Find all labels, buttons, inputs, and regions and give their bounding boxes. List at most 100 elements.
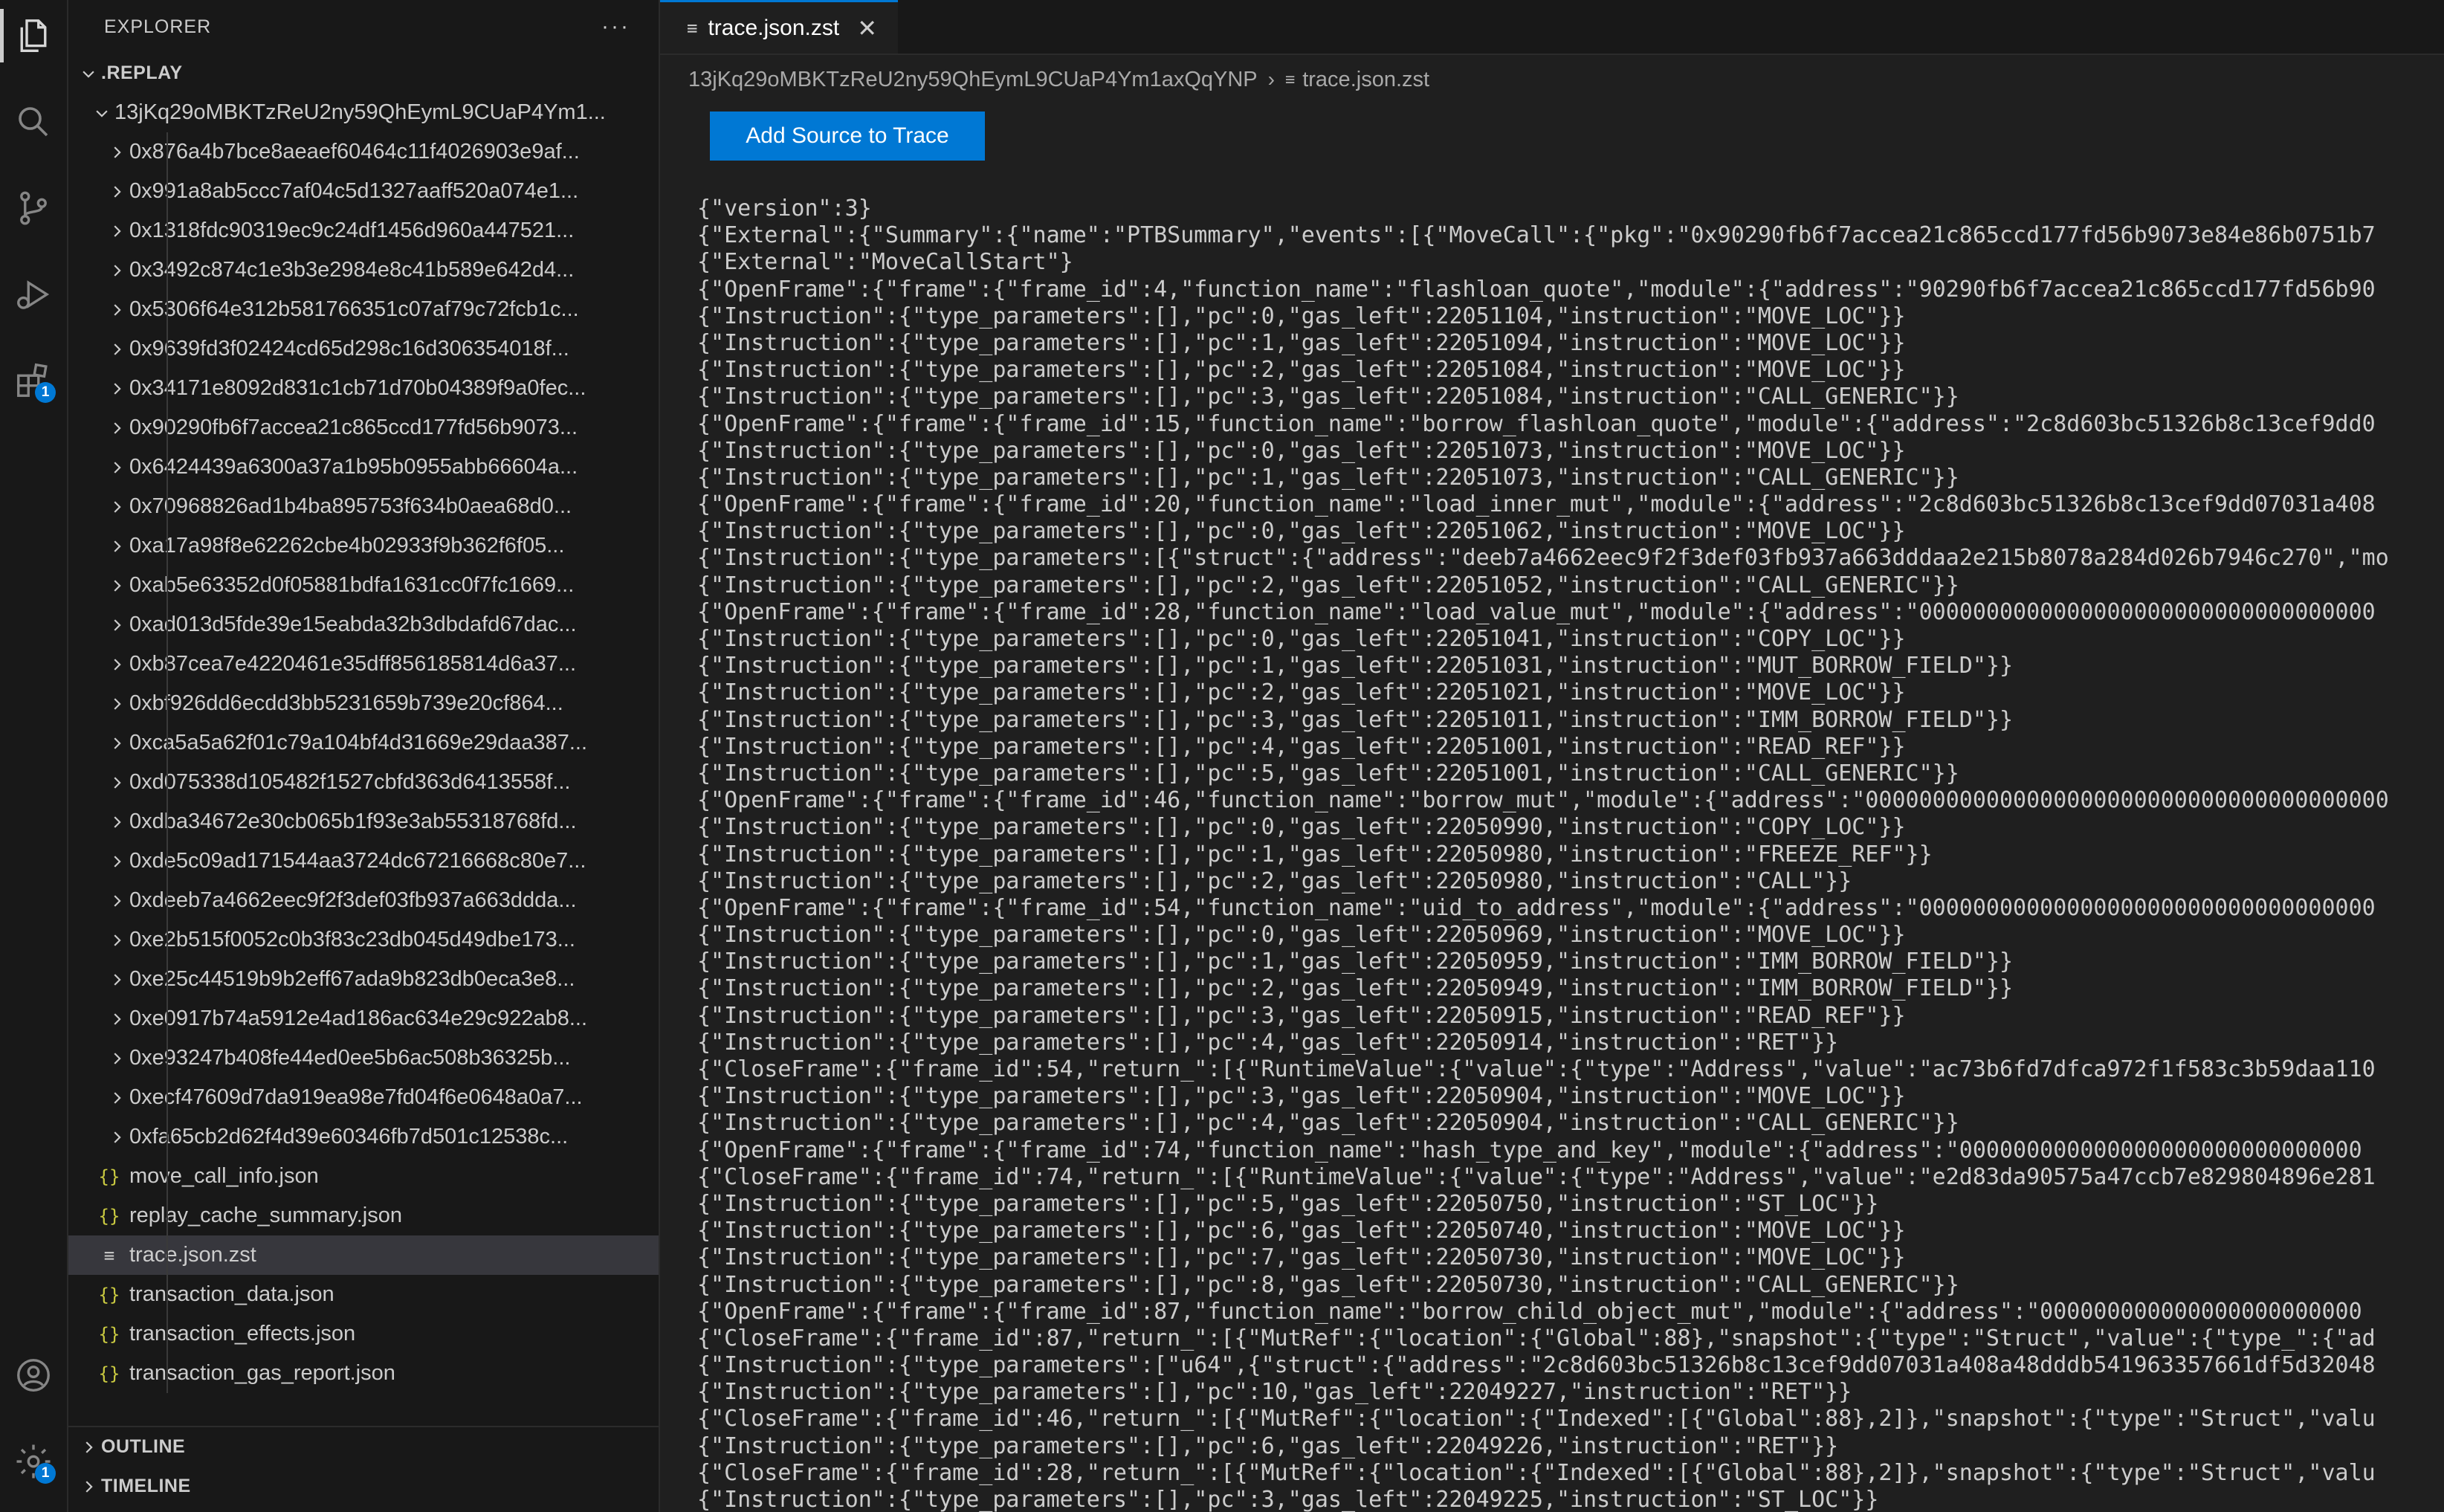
extensions-icon[interactable]: 1 <box>7 354 60 407</box>
chevron-right-icon <box>104 1038 129 1078</box>
file-item[interactable]: {} transaction_effects.json <box>68 1314 659 1354</box>
subfolder-item[interactable]: 0xbf926dd6ecdd3bb5231659b739e20cf864... <box>68 684 659 723</box>
file-item[interactable]: ≡ trace.json.zst <box>68 1235 659 1275</box>
subfolder-item[interactable]: 0xb87cea7e4220461e35dff856185814d6a37... <box>68 644 659 684</box>
subfolder-item[interactable]: 0xe25c44519b9b2eff67ada9b823db0eca3e8... <box>68 960 659 999</box>
subfolder-item[interactable]: 0xad013d5fde39e15eabda32b3dbdafd67dac... <box>68 605 659 644</box>
code-line: {"Instruction":{"type_parameters":[],"pc… <box>697 733 1906 760</box>
run-debug-icon[interactable] <box>7 268 60 321</box>
timeline-section[interactable]: TIMELINE <box>68 1467 659 1506</box>
tab-label: trace.json.zst <box>708 15 840 40</box>
subfolder-item[interactable]: 0x5306f64e312b581766351c07af79c72fcb1c..… <box>68 290 659 329</box>
chevron-right-icon <box>104 172 129 211</box>
chevron-right-icon <box>104 251 129 290</box>
chevron-right-icon <box>104 605 129 644</box>
chevron-right-icon <box>76 1427 101 1467</box>
subfolder-item[interactable]: 0x70968826ad1b4ba895753f634b0aea68d0... <box>68 487 659 526</box>
chevron-right-icon <box>104 763 129 802</box>
account-icon[interactable] <box>7 1348 60 1402</box>
breadcrumb-folder[interactable]: 13jKq29oMBKTzReU2ny59QhEymL9CUaP4Ym1axQq… <box>688 68 1258 92</box>
chevron-right-icon <box>104 920 129 960</box>
subfolder-item[interactable]: 0xecf47609d7da919ea98e7fd04f6e0648a0a7..… <box>68 1078 659 1117</box>
indent-guide <box>167 1078 168 1117</box>
subfolder-label: 0xdba34672e30cb065b1f93e3ab55318768fd... <box>129 810 577 833</box>
subfolder-item[interactable]: 0xd075338d105482f1527cbfd363d6413558f... <box>68 763 659 802</box>
subfolder-item[interactable]: 0x34171e8092d831c1cb71d70b04389f9a0fec..… <box>68 369 659 408</box>
indent-guide <box>167 881 168 920</box>
chevron-right-icon <box>104 369 129 408</box>
subfolder-item[interactable]: 0x3492c874c1e3b3e2984e8c41b589e642d4... <box>68 251 659 290</box>
indent-guide <box>167 566 168 605</box>
subfolder-item[interactable]: 0xdeeb7a4662eec9f2f3def03fb937a663ddda..… <box>68 881 659 920</box>
subfolder-item[interactable]: 0xde5c09ad171544aa3724dc67216668c80e7... <box>68 841 659 881</box>
json-file-icon: {} <box>98 1166 120 1187</box>
code-line: {"version":3} <box>697 196 872 222</box>
search-icon[interactable] <box>7 95 60 149</box>
close-icon[interactable]: ✕ <box>857 14 877 42</box>
text-file-icon: ≡ <box>1284 70 1296 89</box>
subfolder-item[interactable]: 0xdba34672e30cb065b1f93e3ab55318768fd... <box>68 802 659 841</box>
outline-label: OUTLINE <box>101 1436 186 1457</box>
code-line: {"Instruction":{"type_parameters":[],"pc… <box>697 922 1906 949</box>
file-item[interactable]: {} replay_cache_summary.json <box>68 1196 659 1235</box>
text-file-icon: ≡ <box>687 17 698 39</box>
file-label: replay_cache_summary.json <box>129 1204 402 1227</box>
subfolder-item[interactable]: 0xfa65cb2d62f4d39e60346fb7d501c12538c... <box>68 1117 659 1157</box>
subfolder-item[interactable]: 0x9639fd3f02424cd65d298c16d306354018f... <box>68 329 659 369</box>
subfolder-item[interactable]: 0xe93247b408fe44ed0ee5b6ac508b36325b... <box>68 1038 659 1078</box>
tab-trace-json-zst[interactable]: ≡ trace.json.zst ✕ <box>660 0 898 54</box>
code-line: {"External":{"Summary":{"name":"PTBSumma… <box>697 222 2376 249</box>
code-line: {"OpenFrame":{"frame":{"frame_id":28,"fu… <box>697 598 2376 625</box>
subfolder-label: 0xe0917b74a5912e4ad186ac634e29c922ab8... <box>129 1007 588 1030</box>
code-line: {"Instruction":{"type_parameters":[],"pc… <box>697 464 1959 491</box>
subfolder-item[interactable]: 0x90290fb6f7accea21c865ccd177fd56b9073..… <box>68 408 659 448</box>
subfolder-label: 0xad013d5fde39e15eabda32b3dbdafd67dac... <box>129 613 577 636</box>
code-line: {"Instruction":{"type_parameters":[],"pc… <box>697 329 1906 356</box>
breadcrumb: 13jKq29oMBKTzReU2ny59QhEymL9CUaP4Ym1axQq… <box>660 55 2444 104</box>
file-label: move_call_info.json <box>129 1164 319 1188</box>
breadcrumb-file[interactable]: trace.json.zst <box>1302 68 1429 92</box>
file-label: trace.json.zst <box>129 1243 256 1267</box>
subfolder-item[interactable]: 0xab5e63352d0f05881bdfa1631cc0f7fc1669..… <box>68 566 659 605</box>
editor-area: ≡ trace.json.zst ✕ 13jKq29oMBKTzReU2ny59… <box>660 0 2444 1512</box>
subfolder-item[interactable]: 0x876a4b7bce8aeaef60464c11f4026903e9af..… <box>68 132 659 172</box>
file-item[interactable]: {} transaction_gas_report.json <box>68 1354 659 1393</box>
subfolder-label: 0xe2b515f0052c0b3f83c23db045d49dbe173... <box>129 928 575 952</box>
code-line: {"Instruction":{"type_parameters":[],"pc… <box>697 1110 1959 1137</box>
chevron-right-icon <box>104 723 129 763</box>
outline-section[interactable]: OUTLINE <box>68 1427 659 1467</box>
code-line: {"Instruction":{"type_parameters":[{"str… <box>697 545 2389 572</box>
settings-gear-icon[interactable]: 1 <box>7 1435 60 1488</box>
subfolder-item[interactable]: 0xe0917b74a5912e4ad186ac634e29c922ab8... <box>68 999 659 1038</box>
subfolder-item[interactable]: 0x991a8ab5ccc7af04c5d1327aaff520a074e1..… <box>68 172 659 211</box>
chevron-right-icon <box>104 329 129 369</box>
bottom-panels: OUTLINE TIMELINE <box>68 1426 659 1506</box>
subfolder-item[interactable]: 0xa17a98f8e62262cbe4b02933f9b362f6f05... <box>68 526 659 566</box>
code-line: {"Instruction":{"type_parameters":[],"pc… <box>697 841 1933 868</box>
code-line: {"Instruction":{"type_parameters":[],"pc… <box>697 760 1959 786</box>
code-line: {"Instruction":{"type_parameters":[],"pc… <box>697 384 1959 410</box>
subfolder-label: 0xde5c09ad171544aa3724dc67216668c80e7... <box>129 849 586 873</box>
file-item[interactable]: {} move_call_info.json <box>68 1157 659 1196</box>
indent-guide <box>167 1196 168 1235</box>
add-source-to-trace-button[interactable]: Add Source to Trace <box>710 112 985 161</box>
transaction-folder[interactable]: 13jKq29oMBKTzReU2ny59QhEymL9CUaP4Ym1... <box>68 93 659 132</box>
explorer-icon[interactable] <box>0 9 60 62</box>
code-line: {"Instruction":{"type_parameters":[],"pc… <box>697 975 2014 1002</box>
code-line: {"OpenFrame":{"frame":{"frame_id":87,"fu… <box>697 1298 2362 1325</box>
source-control-icon[interactable] <box>7 181 60 235</box>
subfolder-item[interactable]: 0x6424439a6300a37a1b95b0955abb66604a... <box>68 448 659 487</box>
subfolder-item[interactable]: 0xca5a5a62f01c79a104bf4d31669e29daa387..… <box>68 723 659 763</box>
more-actions-icon[interactable]: ··· <box>601 14 630 39</box>
subfolder-item[interactable]: 0xe2b515f0052c0b3f83c23db045d49dbe173... <box>68 920 659 960</box>
code-content[interactable]: {"version":3} {"External":{"Summary":{"na… <box>697 196 2389 1512</box>
timeline-label: TIMELINE <box>101 1476 191 1496</box>
explorer-sidebar: EXPLORER ··· .REPLAY 13jKq29oMBKTzReU2ny… <box>68 0 660 1512</box>
code-line: {"Instruction":{"type_parameters":[],"pc… <box>697 626 1906 652</box>
code-line: {"OpenFrame":{"frame":{"frame_id":15,"fu… <box>697 410 2376 437</box>
file-item[interactable]: {} transaction_data.json <box>68 1275 659 1314</box>
replay-root-section[interactable]: .REPLAY <box>68 54 659 93</box>
subfolder-label: 0xdeeb7a4662eec9f2f3def03fb937a663ddda..… <box>129 888 577 912</box>
code-line: {"CloseFrame":{"frame_id":87,"return_":[… <box>697 1325 2376 1351</box>
subfolder-item[interactable]: 0x1318fdc90319ec9c24df1456d960a447521... <box>68 211 659 251</box>
